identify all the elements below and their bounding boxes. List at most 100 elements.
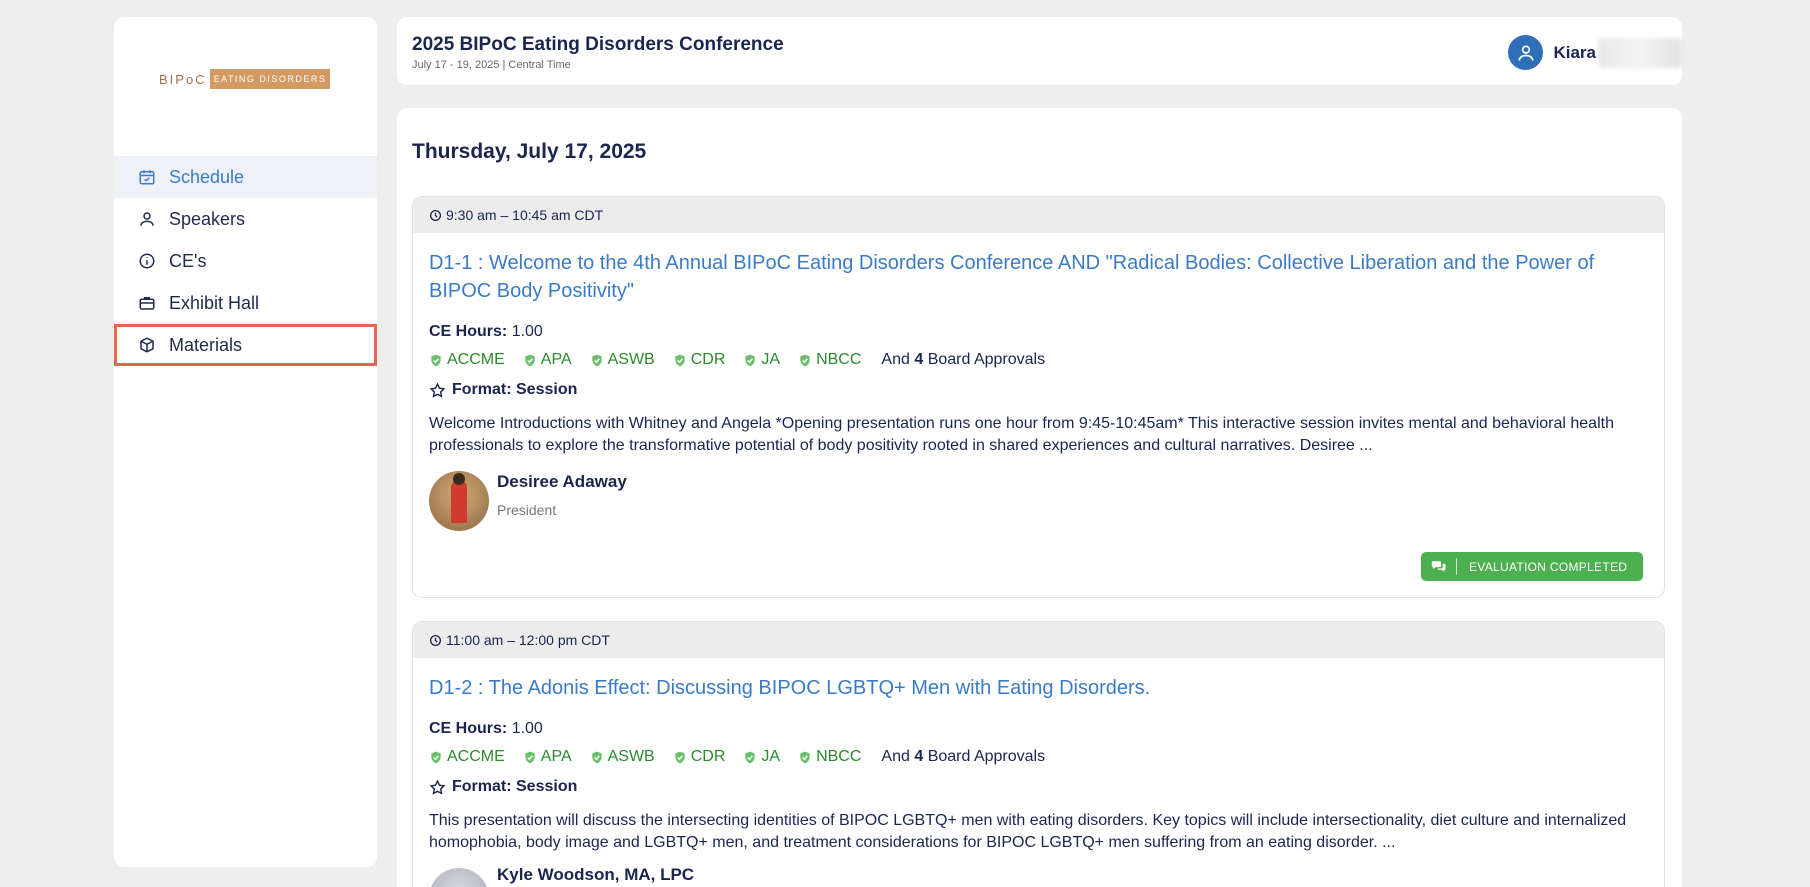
board-name: CDR (690, 351, 726, 368)
info-icon (137, 251, 157, 271)
board-approvals: ACCME APA ASWB CDR JA NBCC And 4 Board A… (429, 351, 1648, 369)
shield-check-icon (525, 751, 535, 763)
clock-icon (429, 209, 442, 221)
briefcase-icon (137, 293, 157, 313)
person-icon (137, 209, 157, 229)
session-time-bar: 11:00 am – 12:00 pm CDT (413, 622, 1664, 658)
star-icon (429, 381, 446, 398)
logo-text-eating-disorders: EATING DISORDERS (209, 69, 331, 89)
board-badge: APA (523, 748, 572, 766)
speaker[interactable]: Desiree Adaway President (429, 471, 1648, 531)
session-format: Format: Session (429, 381, 1648, 399)
board-badge: ACCME (429, 748, 505, 766)
ce-hours: CE Hours: 1.00 (429, 323, 1648, 341)
user-name[interactable]: Kiara (1553, 43, 1596, 63)
shield-check-icon (591, 751, 602, 763)
user-avatar-icon[interactable] (1508, 35, 1544, 70)
session-description: This presentation will discuss the inter… (429, 812, 1627, 851)
speaker-avatar (429, 868, 489, 887)
session-time-bar: 9:30 am – 10:45 am CDT (413, 197, 1664, 233)
speaker-avatar (429, 471, 489, 531)
board-approvals: ACCME APA ASWB CDR JA NBCC And 4 Board A… (429, 748, 1648, 766)
ce-hours: CE Hours: 1.00 (429, 720, 1648, 738)
more-count: 4 (914, 351, 924, 368)
box-icon (137, 335, 157, 355)
shield-check-icon (675, 751, 685, 763)
session-title-link[interactable]: D1-2 : The Adonis Effect: Discussing BIP… (429, 674, 1648, 702)
format-label: Format: Session (452, 381, 578, 398)
user-menu[interactable]: Kiara (1508, 35, 1682, 70)
board-name: NBCC (816, 351, 862, 368)
sidebar-nav: Schedule Speakers CE's Exhibit Hall Mate… (114, 156, 377, 366)
shield-check-icon (800, 354, 810, 366)
sidebar-item-speakers[interactable]: Speakers (114, 198, 377, 240)
user-lastname-redacted (1598, 37, 1682, 68)
speaker-role: President (497, 502, 557, 518)
sidebar-item-materials[interactable]: Materials (114, 324, 377, 366)
board-name: ASWB (607, 748, 655, 765)
session-format: Format: Session (429, 778, 1648, 796)
shield-check-icon (745, 354, 756, 366)
session-time: 9:30 am – 10:45 am CDT (446, 207, 604, 223)
board-name: JA (761, 351, 781, 368)
board-name: JA (761, 748, 781, 765)
shield-check-icon (591, 354, 602, 366)
board-name: APA (540, 351, 572, 368)
shield-check-icon (675, 354, 685, 366)
evaluation-status: EVALUATION COMPLETED (1469, 559, 1628, 574)
board-badge: NBCC (798, 748, 861, 766)
board-badge: JA (743, 351, 780, 369)
board-badge: JA (743, 748, 780, 766)
more-board-approvals[interactable]: And 4 Board Approvals (881, 748, 1045, 766)
speaker[interactable]: Kyle Woodson, MA, LPC (429, 865, 1648, 887)
session-time: 11:00 am – 12:00 pm CDT (446, 632, 610, 648)
ce-hours-label: CE Hours: (429, 720, 508, 737)
clock-icon (429, 634, 442, 646)
more-count: 4 (914, 748, 924, 765)
more-board-approvals[interactable]: And 4 Board Approvals (881, 351, 1045, 369)
board-badge: NBCC (798, 351, 861, 369)
ce-hours-label: CE Hours: (429, 323, 508, 340)
speaker-name[interactable]: Desiree Adaway (497, 472, 627, 492)
shield-check-icon (745, 751, 756, 763)
ce-hours-value: 1.00 (511, 323, 543, 340)
board-name: NBCC (816, 748, 862, 765)
board-badge: CDR (673, 351, 726, 369)
session-description: Welcome Introductions with Whitney and A… (429, 415, 1614, 454)
board-badge: ASWB (590, 748, 655, 766)
sidebar-item-label: Exhibit Hall (169, 292, 260, 313)
board-name: CDR (690, 748, 726, 765)
board-name: APA (540, 748, 572, 765)
comments-icon (1421, 558, 1457, 575)
conference-title: 2025 BIPoC Eating Disorders Conference (412, 34, 784, 55)
evaluation-completed-button[interactable]: EVALUATION COMPLETED (1421, 552, 1643, 581)
conference-dates: July 17 - 19, 2025 | Central Time (412, 59, 571, 71)
speaker-name[interactable]: Kyle Woodson, MA, LPC (497, 865, 694, 885)
logo-text-bipoc: BIPoC (159, 71, 207, 87)
more-prefix: And (881, 748, 910, 765)
sidebar-item-exhibit-hall[interactable]: Exhibit Hall (114, 282, 377, 324)
sidebar-item-label: Schedule (169, 166, 245, 187)
star-icon (429, 778, 446, 795)
sidebar: BIPoC EATING DISORDERS Schedule Speakers… (114, 17, 377, 867)
schedule-content: Thursday, July 17, 2025 9:30 am – 10:45 … (397, 108, 1682, 887)
sidebar-item-ces[interactable]: CE's (114, 240, 377, 282)
more-suffix: Board Approvals (927, 748, 1046, 765)
shield-check-icon (431, 751, 441, 763)
sidebar-item-schedule[interactable]: Schedule (114, 156, 377, 198)
sidebar-item-label: CE's (169, 250, 207, 271)
calendar-check-icon (137, 167, 157, 187)
session-card: 9:30 am – 10:45 am CDT D1-1 : Welcome to… (412, 196, 1665, 598)
board-badge: ACCME (429, 351, 505, 369)
more-suffix: Board Approvals (927, 351, 1046, 368)
day-heading: Thursday, July 17, 2025 (412, 140, 647, 163)
board-name: ACCME (447, 748, 505, 765)
sidebar-item-label: Materials (169, 334, 243, 355)
top-header: 2025 BIPoC Eating Disorders Conference J… (397, 17, 1682, 85)
shield-check-icon (525, 354, 535, 366)
conference-logo[interactable]: BIPoC EATING DISORDERS (159, 69, 331, 89)
board-name: ACCME (447, 351, 505, 368)
more-prefix: And (881, 351, 910, 368)
session-card: 11:00 am – 12:00 pm CDT D1-2 : The Adoni… (412, 621, 1665, 887)
session-title-link[interactable]: D1-1 : Welcome to the 4th Annual BIPoC E… (429, 249, 1648, 305)
